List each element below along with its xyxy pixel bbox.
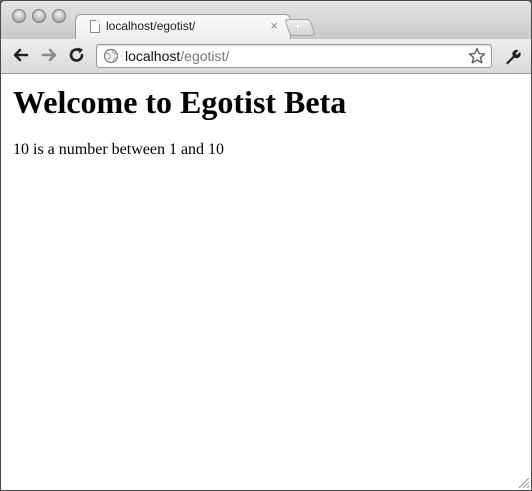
page-message: 10 is a number between 1 and 10 xyxy=(13,141,225,158)
reload-icon xyxy=(69,47,84,62)
plus-icon: + xyxy=(293,18,302,34)
document-icon xyxy=(90,20,100,33)
tab-strip: localhost/egotist/ × + xyxy=(1,1,531,40)
forward-arrow-icon xyxy=(41,48,57,62)
url-host: localhost xyxy=(125,48,181,64)
address-bar[interactable]: localhost/egotist/ xyxy=(96,44,492,68)
new-tab-button[interactable]: + xyxy=(284,18,316,36)
star-icon[interactable] xyxy=(467,46,487,66)
globe-icon xyxy=(103,48,119,64)
reload-button[interactable] xyxy=(67,45,87,65)
tab-active[interactable]: localhost/egotist/ × xyxy=(75,14,291,40)
tab-title: localhost/egotist/ xyxy=(106,19,196,33)
browser-window: localhost/egotist/ × + localhost/egotist… xyxy=(0,0,532,491)
toolbar: localhost/egotist/ xyxy=(1,39,531,74)
back-button[interactable] xyxy=(11,45,31,65)
close-window-button[interactable] xyxy=(12,9,26,23)
back-arrow-icon xyxy=(13,48,29,62)
resize-grip-icon[interactable] xyxy=(516,475,530,489)
page-content: Welcome to Egotist Beta 10 is a number b… xyxy=(1,74,531,490)
forward-button[interactable] xyxy=(39,45,59,65)
url-text: localhost/egotist/ xyxy=(125,48,229,64)
page-heading: Welcome to Egotist Beta xyxy=(13,84,347,120)
minimize-window-button[interactable] xyxy=(32,9,46,23)
url-path: /egotist/ xyxy=(180,48,230,64)
wrench-icon[interactable] xyxy=(503,48,521,66)
zoom-window-button[interactable] xyxy=(52,9,66,23)
tab-close-icon[interactable]: × xyxy=(270,18,278,34)
